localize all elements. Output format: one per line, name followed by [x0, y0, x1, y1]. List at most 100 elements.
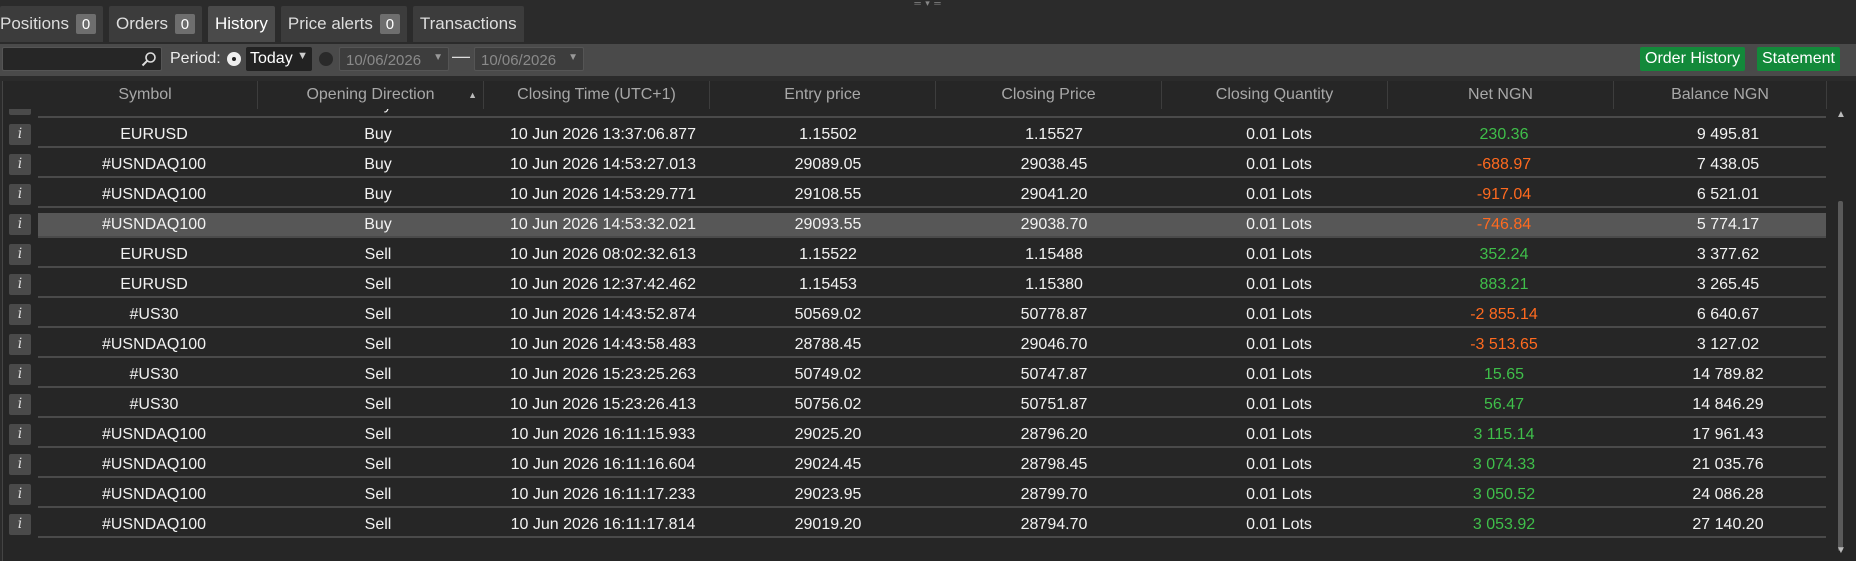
- closing-time-cell: 10 Jun 2026 16:11:17.814: [510, 516, 696, 533]
- table-row[interactable]: i #USNDAQ100 Sell 10 Jun 2026 16:11:17.233 2…: [3, 483, 1829, 508]
- tab-transactions-label: Transactions: [419, 14, 517, 33]
- info-icon[interactable]: i: [9, 124, 31, 145]
- direction-cell: Sell: [364, 276, 392, 293]
- direction-cell: Sell: [364, 336, 392, 353]
- entry-price-cell: 29025.20: [794, 426, 862, 443]
- scroll-down-icon[interactable]: ▼: [1836, 545, 1846, 556]
- column-header[interactable]: Net NGN: [1388, 81, 1614, 109]
- table-row[interactable]: i #USNDAQ100 Sell 10 Jun 2026 14:43:58.483 2…: [3, 333, 1829, 358]
- symbol-cell: #US30: [129, 396, 179, 413]
- period-select[interactable]: Today ▼: [246, 47, 312, 71]
- table-row[interactable]: i #US30 Sell 10 Jun 2026 14:43:52.874 50569.…: [3, 303, 1829, 328]
- date-from-field[interactable]: 10/06/2026 ▼: [339, 47, 449, 71]
- table-row[interactable]: i #US30 Sell 10 Jun 2026 15:23:25.263 50749.…: [3, 363, 1829, 388]
- tab-history-label: History: [214, 14, 268, 33]
- info-icon[interactable]: i: [9, 184, 31, 205]
- column-header[interactable]: Closing Quantity: [1162, 81, 1388, 109]
- table-body[interactable]: i EURUSD Buy 10 Jun 2026 12:03:40.266 1.1557…: [3, 109, 1829, 559]
- direction-cell: Buy: [364, 186, 392, 203]
- closing-time-cell: 10 Jun 2026 13:37:06.877: [510, 126, 696, 143]
- table-row[interactable]: i EURUSD Sell 10 Jun 2026 08:02:32.613 1.155…: [3, 243, 1829, 268]
- info-icon[interactable]: i: [9, 214, 31, 235]
- net-ngn-cell: 3 074.33: [1472, 456, 1536, 473]
- info-icon[interactable]: i: [9, 334, 31, 355]
- symbol-cell: EURUSD: [44, 109, 264, 116]
- table-row[interactable]: i #USNDAQ100 Buy 10 Jun 2026 14:53:32.021 29…: [3, 213, 1829, 238]
- tab-price-alerts-count: 0: [379, 14, 400, 34]
- tab-transactions[interactable]: Transactions: [412, 6, 524, 42]
- table-row[interactable]: i #USNDAQ100 Sell 10 Jun 2026 16:11:16.604 2…: [3, 453, 1829, 478]
- row-cells: #USNDAQ100 Sell 10 Jun 2026 16:11:17.814 29…: [38, 513, 1826, 538]
- info-icon[interactable]: i: [9, 304, 31, 325]
- tab-history[interactable]: History: [207, 6, 275, 42]
- table-row[interactable]: i #USNDAQ100 Buy 10 Jun 2026 14:53:27.013 29…: [3, 153, 1829, 178]
- date-to-field[interactable]: 10/06/2026 ▼: [474, 47, 584, 71]
- tab-price-alerts[interactable]: Price alerts 0: [280, 6, 407, 42]
- column-header[interactable]: Balance NGN: [1614, 81, 1827, 109]
- period-custom-radio[interactable]: [319, 52, 333, 66]
- info-icon[interactable]: i: [9, 424, 31, 445]
- closing-time-cell: 10 Jun 2026 16:11:17.233: [510, 486, 696, 503]
- info-icon[interactable]: i: [9, 484, 31, 505]
- closing-time-cell: 10 Jun 2026 15:23:25.263: [510, 366, 696, 383]
- period-preset-radio[interactable]: [227, 52, 241, 66]
- direction-cell: Sell: [364, 366, 392, 383]
- quantity-cell: 0.01 Lots: [1246, 426, 1312, 443]
- period-select-value: Today: [250, 50, 293, 67]
- info-icon[interactable]: i: [9, 514, 31, 535]
- table-row[interactable]: i EURUSD Buy 10 Jun 2026 13:37:06.877 1.1550…: [3, 123, 1829, 148]
- search-input[interactable]: [2, 47, 162, 71]
- balance-ngn-cell: 17 961.43: [1692, 426, 1764, 443]
- info-icon[interactable]: i: [9, 154, 31, 175]
- symbol-cell: #USNDAQ100: [101, 456, 207, 473]
- info-icon[interactable]: i: [9, 109, 31, 115]
- table-scrollbar[interactable]: ▲ ▼: [1829, 109, 1855, 559]
- row-cells: EURUSD Sell 10 Jun 2026 12:37:42.462 1.1545…: [38, 273, 1826, 298]
- table-row[interactable]: i #USNDAQ100 Sell 10 Jun 2026 16:11:17.814 2…: [3, 513, 1829, 538]
- net-ngn-cell: -1 402.37: [1394, 109, 1614, 116]
- statement-button[interactable]: Statement: [1757, 47, 1840, 71]
- entry-price-cell: 50749.02: [794, 366, 862, 383]
- symbol-cell: #US30: [129, 366, 179, 383]
- info-icon[interactable]: i: [9, 454, 31, 475]
- info-icon[interactable]: i: [9, 394, 31, 415]
- table-row[interactable]: i EURUSD Sell 10 Jun 2026 12:37:42.462 1.154…: [3, 273, 1829, 298]
- closing-time-cell: 10 Jun 2026 14:53:27.013: [510, 156, 696, 173]
- search-icon: [141, 52, 156, 67]
- quantity-cell: 0.01 Lots: [1246, 486, 1312, 503]
- closing-price-cell: 29038.45: [1020, 156, 1088, 173]
- column-header-label: Closing Time (UTC+1): [517, 86, 676, 103]
- quantity-cell: 0.01 Lots: [1246, 516, 1312, 533]
- tab-orders[interactable]: Orders 0: [108, 6, 202, 42]
- order-history-button[interactable]: Order History: [1640, 47, 1746, 71]
- history-table: Symbol Opening Direction ▲ Closing Time (UT…: [2, 81, 1856, 561]
- table-row[interactable]: i #USNDAQ100 Buy 10 Jun 2026 14:53:29.771 29…: [3, 183, 1829, 208]
- table-row[interactable]: i #US30 Sell 10 Jun 2026 15:23:26.413 50756.…: [3, 393, 1829, 418]
- table-row[interactable]: i EURUSD Buy 10 Jun 2026 12:03:40.266 1.1557…: [3, 109, 1829, 118]
- column-header-label: Entry price: [784, 86, 861, 103]
- column-header[interactable]: Entry price: [710, 81, 936, 109]
- entry-price-cell: 1.15573: [718, 109, 938, 116]
- column-header[interactable]: Opening Direction ▲: [258, 81, 484, 109]
- balance-ngn-cell: 7 438.05: [1696, 156, 1760, 173]
- column-header[interactable]: Symbol: [33, 81, 258, 109]
- row-cells: #US30 Sell 10 Jun 2026 15:23:26.413 50756.0…: [38, 393, 1826, 418]
- row-cells: #USNDAQ100 Buy 10 Jun 2026 14:53:32.021 290…: [38, 213, 1826, 238]
- column-header[interactable]: Closing Time (UTC+1): [484, 81, 710, 109]
- column-header[interactable]: Closing Price: [936, 81, 1162, 109]
- info-icon[interactable]: i: [9, 364, 31, 385]
- scroll-up-icon[interactable]: ▲: [1836, 109, 1846, 120]
- tab-bar: Positions 0 Orders 0 History Price alert…: [0, 6, 530, 44]
- entry-price-cell: 29093.55: [794, 216, 862, 233]
- scrollbar-thumb[interactable]: [1838, 201, 1843, 551]
- closing-price-cell: 1.15527: [1025, 126, 1083, 143]
- closing-price-cell: 29041.20: [1020, 186, 1088, 203]
- row-cells: #USNDAQ100 Buy 10 Jun 2026 14:53:27.013 290…: [38, 153, 1826, 178]
- closing-price-cell: 1.15488: [1025, 246, 1083, 263]
- tab-positions[interactable]: Positions 0: [0, 6, 103, 42]
- info-icon[interactable]: i: [9, 274, 31, 295]
- net-ngn-cell: 230.36: [1479, 126, 1529, 143]
- column-header-label: Closing Quantity: [1215, 86, 1334, 103]
- table-row[interactable]: i #USNDAQ100 Sell 10 Jun 2026 16:11:15.933 2…: [3, 423, 1829, 448]
- info-icon[interactable]: i: [9, 244, 31, 265]
